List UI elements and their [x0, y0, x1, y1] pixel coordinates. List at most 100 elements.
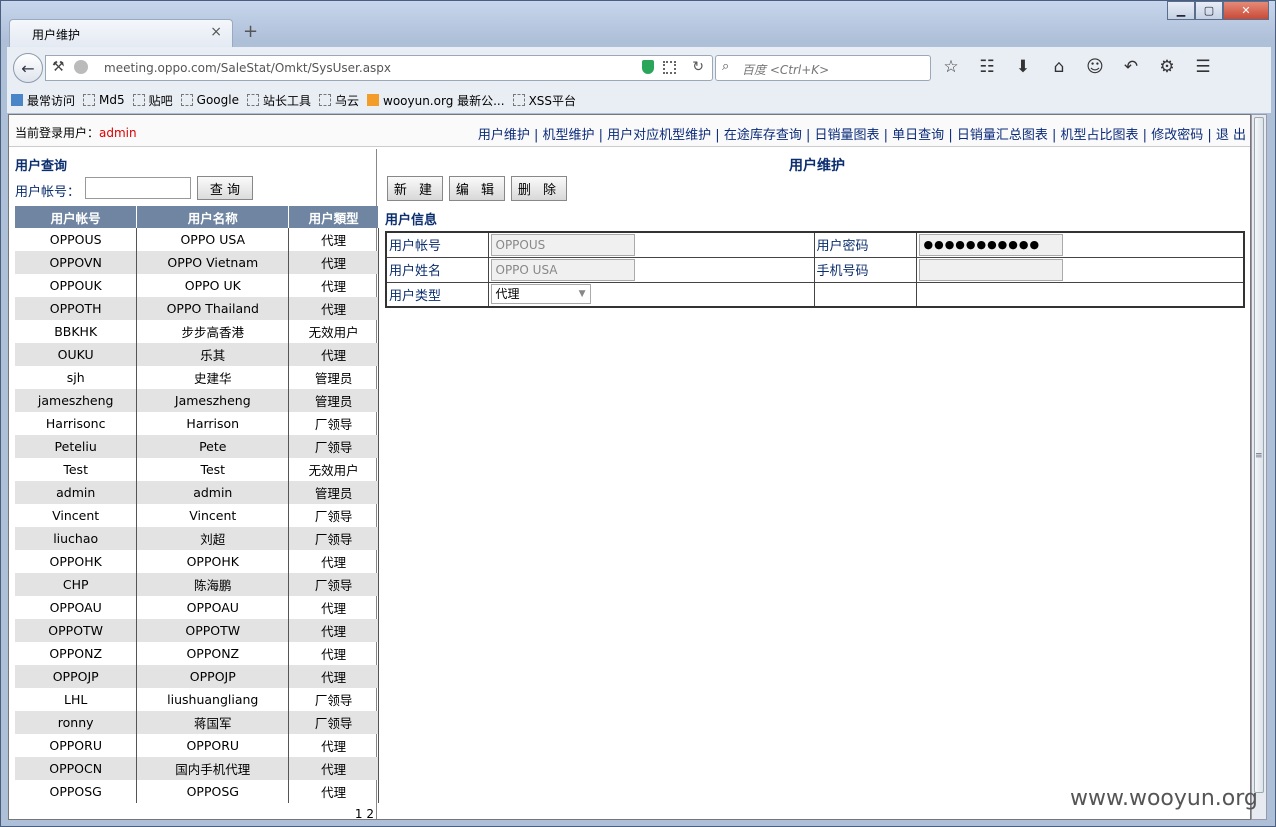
- table-row[interactable]: OPPOSG OPPOSG 代理: [15, 780, 379, 803]
- menu-logout[interactable]: 退 出: [1216, 128, 1246, 143]
- key-icon[interactable]: ⚒: [52, 59, 65, 75]
- type-cell[interactable]: 厂领导: [288, 504, 379, 527]
- table-row[interactable]: OPPOTH OPPO Thailand 代理: [15, 297, 379, 320]
- table-row[interactable]: OUKU 乐其 代理: [15, 343, 379, 366]
- bookmark-item[interactable]: wooyun.org 最新公...: [367, 92, 505, 109]
- name-cell[interactable]: OPPO USA: [136, 228, 290, 251]
- address-bar[interactable]: ⚒ meeting.oppo.com/SaleStat/Omkt/SysUser…: [45, 55, 713, 81]
- name-cell[interactable]: liushuangliang: [136, 688, 290, 711]
- reader-icon[interactable]: ☷: [977, 57, 997, 77]
- account-cell[interactable]: OPPOVN: [15, 251, 138, 274]
- menu-model-maintenance[interactable]: 机型维护: [542, 128, 594, 143]
- table-row[interactable]: ronny 蒋国军 厂领导: [15, 711, 379, 734]
- minimize-icon[interactable]: ▁: [1167, 1, 1195, 20]
- menu-user-model-maintenance[interactable]: 用户对应机型维护: [607, 128, 711, 143]
- table-row[interactable]: Test Test 无效用户: [15, 458, 379, 481]
- bookmark-item[interactable]: 最常访问: [11, 92, 75, 109]
- type-cell[interactable]: 无效用户: [288, 458, 379, 481]
- query-button[interactable]: 查 询: [197, 176, 253, 200]
- menu-user-maintenance[interactable]: 用户维护: [478, 128, 530, 143]
- table-row[interactable]: BBKHK 步步高香港 无效用户: [15, 320, 379, 343]
- type-cell[interactable]: 代理: [288, 297, 379, 320]
- table-row[interactable]: OPPOCN 国内手机代理 代理: [15, 757, 379, 780]
- name-cell[interactable]: OPPOSG: [136, 780, 290, 803]
- name-cell[interactable]: 史建华: [136, 366, 290, 389]
- account-search-input[interactable]: [85, 177, 191, 199]
- type-cell[interactable]: 厂领导: [288, 412, 379, 435]
- type-cell[interactable]: 代理: [288, 780, 379, 803]
- table-row[interactable]: CHP 陈海鹏 厂领导: [15, 573, 379, 596]
- vertical-scrollbar[interactable]: ≡: [1251, 114, 1267, 820]
- name-cell[interactable]: OPPO Vietnam: [136, 251, 290, 274]
- type-cell[interactable]: 代理: [288, 665, 379, 688]
- table-row[interactable]: admin admin 管理员: [15, 481, 379, 504]
- home-icon[interactable]: ⌂: [1049, 57, 1069, 77]
- bookmark-item[interactable]: 贴吧: [132, 92, 173, 109]
- bookmark-item[interactable]: Md5: [83, 93, 125, 107]
- account-cell[interactable]: OPPOHK: [15, 550, 138, 573]
- name-cell[interactable]: Harrison: [136, 412, 290, 435]
- type-cell[interactable]: 代理: [288, 343, 379, 366]
- name-cell[interactable]: OPPO Thailand: [136, 297, 290, 320]
- account-cell[interactable]: OPPOCN: [15, 757, 138, 780]
- new-tab-icon[interactable]: +: [243, 21, 258, 42]
- star-icon[interactable]: ☆: [941, 57, 961, 77]
- table-row[interactable]: OPPOHK OPPOHK 代理: [15, 550, 379, 573]
- search-bar[interactable]: ⌕ 百度 <Ctrl+K>: [715, 55, 931, 81]
- type-cell[interactable]: 代理: [288, 596, 379, 619]
- menu-in-transit-stock[interactable]: 在途库存查询: [724, 128, 802, 143]
- menu-change-password[interactable]: 修改密码: [1151, 128, 1203, 143]
- type-cell[interactable]: 代理: [288, 619, 379, 642]
- account-cell[interactable]: jameszheng: [15, 389, 138, 412]
- account-cell[interactable]: Vincent: [15, 504, 138, 527]
- name-cell[interactable]: OPPONZ: [136, 642, 290, 665]
- table-row[interactable]: Vincent Vincent 厂领导: [15, 504, 379, 527]
- user-type-select[interactable]: 代理 ▼: [490, 284, 591, 305]
- type-cell[interactable]: 代理: [288, 274, 379, 297]
- browser-tab[interactable]: 用户维护 ×: [9, 19, 233, 47]
- table-row[interactable]: OPPONZ OPPONZ 代理: [15, 642, 379, 665]
- new-button[interactable]: 新 建: [387, 176, 443, 201]
- account-cell[interactable]: Test: [15, 458, 138, 481]
- account-cell[interactable]: OPPOJP: [15, 665, 138, 688]
- account-cell[interactable]: CHP: [15, 573, 138, 596]
- account-cell[interactable]: OPPOSG: [15, 780, 138, 803]
- type-cell[interactable]: 代理: [288, 734, 379, 757]
- name-cell[interactable]: OPPOHK: [136, 550, 290, 573]
- download-icon[interactable]: ⬇: [1013, 57, 1033, 77]
- table-row[interactable]: Harrisonc Harrison 厂领导: [15, 412, 379, 435]
- table-row[interactable]: OPPOAU OPPOAU 代理: [15, 596, 379, 619]
- name-cell[interactable]: 刘超: [136, 527, 290, 550]
- account-cell[interactable]: Harrisonc: [15, 412, 138, 435]
- table-row[interactable]: OPPORU OPPORU 代理: [15, 734, 379, 757]
- type-cell[interactable]: 代理: [288, 228, 379, 251]
- account-cell[interactable]: OPPOUK: [15, 274, 138, 297]
- account-cell[interactable]: Peteliu: [15, 435, 138, 458]
- type-cell[interactable]: 厂领导: [288, 688, 379, 711]
- account-cell[interactable]: OPPOTW: [15, 619, 138, 642]
- type-cell[interactable]: 厂领导: [288, 527, 379, 550]
- account-cell[interactable]: LHL: [15, 688, 138, 711]
- type-cell[interactable]: 厂领导: [288, 435, 379, 458]
- name-cell[interactable]: 陈海鹏: [136, 573, 290, 596]
- phone-field[interactable]: [918, 258, 1063, 281]
- menu-single-day-query[interactable]: 单日查询: [892, 128, 944, 143]
- account-cell[interactable]: OPPOAU: [15, 596, 138, 619]
- table-row[interactable]: OPPOJP OPPOJP 代理: [15, 665, 379, 688]
- url-text[interactable]: meeting.oppo.com/SaleStat/Omkt/SysUser.a…: [104, 61, 391, 75]
- type-cell[interactable]: 代理: [288, 757, 379, 780]
- table-row[interactable]: OPPOUK OPPO UK 代理: [15, 274, 379, 297]
- table-row[interactable]: jameszheng Jameszheng 管理员: [15, 389, 379, 412]
- type-cell[interactable]: 代理: [288, 550, 379, 573]
- addon-icon[interactable]: ⚙: [1157, 57, 1177, 77]
- name-cell[interactable]: OPPORU: [136, 734, 290, 757]
- undo-icon[interactable]: ↶: [1121, 57, 1141, 77]
- close-window-icon[interactable]: ✕: [1223, 1, 1269, 20]
- account-cell[interactable]: sjh: [15, 366, 138, 389]
- delete-button[interactable]: 删 除: [511, 176, 567, 201]
- table-row[interactable]: sjh 史建华 管理员: [15, 366, 379, 389]
- type-cell[interactable]: 管理员: [288, 481, 379, 504]
- account-cell[interactable]: liuchao: [15, 527, 138, 550]
- name-cell[interactable]: OPPO UK: [136, 274, 290, 297]
- reload-icon[interactable]: ↻: [692, 59, 704, 75]
